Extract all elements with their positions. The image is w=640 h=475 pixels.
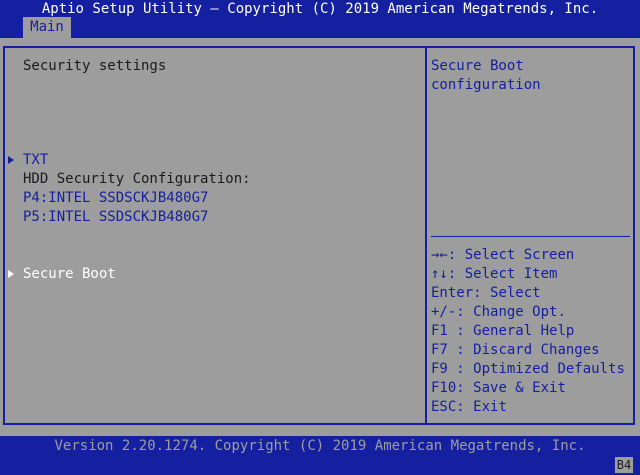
tab-main[interactable]: Main bbox=[23, 17, 71, 38]
key-hint-select-item: ↑↓: Select Item bbox=[431, 265, 557, 284]
key-hint-save-exit: F10: Save & Exit bbox=[431, 379, 566, 398]
key-action: Optimized Defaults bbox=[473, 361, 625, 377]
key-label: ↑↓: bbox=[431, 266, 457, 282]
help-divider bbox=[431, 236, 630, 237]
key-hint-exit: ESC: Exit bbox=[431, 398, 507, 417]
help-description-line: Secure Boot bbox=[431, 58, 524, 74]
panel-divider bbox=[425, 46, 427, 425]
post-code-badge: B4 bbox=[615, 457, 633, 473]
key-action: Select bbox=[490, 285, 541, 301]
key-hint-select-screen: →←: Select Screen bbox=[431, 246, 574, 265]
key-label: F10: bbox=[431, 380, 465, 396]
title-bar: Aptio Setup Utility – Copyright (C) 2019… bbox=[0, 0, 640, 38]
submenu-arrow-icon bbox=[8, 156, 14, 164]
key-action: General Help bbox=[473, 323, 575, 339]
key-label: F1 : bbox=[431, 323, 465, 339]
key-action: Select Item bbox=[464, 266, 558, 282]
menu-item-txt[interactable]: TXT bbox=[23, 151, 48, 170]
key-label: →←: bbox=[431, 247, 457, 263]
key-action: Save & Exit bbox=[473, 380, 566, 396]
key-label: F9 : bbox=[431, 361, 465, 377]
footer-bar: Version 2.20.1274. Copyright (C) 2019 Am… bbox=[0, 436, 640, 475]
menu-item-p4-drive[interactable]: P4:INTEL SSDSCKJB480G7 bbox=[23, 189, 208, 208]
key-hint-enter: Enter: Select bbox=[431, 284, 541, 303]
key-hint-change-opt: +/-: Change Opt. bbox=[431, 303, 566, 322]
key-label: Enter: bbox=[431, 285, 482, 301]
menu-item-secure-boot[interactable]: Secure Boot bbox=[23, 265, 116, 284]
key-label: ESC: bbox=[431, 399, 465, 415]
key-action: Select Screen bbox=[464, 247, 575, 263]
key-label: F7 : bbox=[431, 342, 465, 358]
menu-item-p5-drive[interactable]: P5:INTEL SSDSCKJB480G7 bbox=[23, 208, 208, 227]
key-hint-defaults: F9 : Optimized Defaults bbox=[431, 360, 625, 379]
key-action: Discard Changes bbox=[473, 342, 600, 358]
app-title: Aptio Setup Utility – Copyright (C) 2019… bbox=[41, 1, 599, 17]
key-action: Exit bbox=[473, 399, 507, 415]
hdd-security-heading: HDD Security Configuration: bbox=[23, 171, 251, 187]
version-text: Version 2.20.1274. Copyright (C) 2019 Am… bbox=[54, 438, 586, 454]
help-description-line: configuration bbox=[431, 77, 541, 93]
key-hint-discard: F7 : Discard Changes bbox=[431, 341, 600, 360]
key-action: Change Opt. bbox=[473, 304, 566, 320]
key-hint-general-help: F1 : General Help bbox=[431, 322, 574, 341]
submenu-arrow-icon bbox=[8, 270, 14, 278]
section-title: Security settings bbox=[23, 58, 167, 74]
key-label: +/-: bbox=[431, 304, 465, 320]
